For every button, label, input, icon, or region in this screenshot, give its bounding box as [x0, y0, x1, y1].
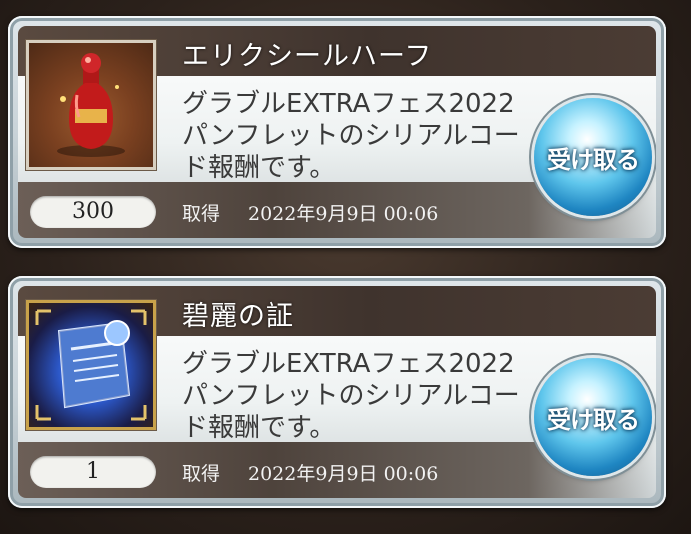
acquired-label: 取得 — [182, 203, 221, 225]
acquired-time: 2022年9月9日 00:06 — [248, 463, 439, 485]
item-description: グラブルEXTRAフェス2022 パンフレットのシリアルコード報酬です。 — [182, 349, 520, 443]
reward-card-inner: エリクシールハーフ グラブルEXTRAフェス2022 パンフレットのシリアルコー… — [18, 26, 656, 238]
item-quantity: 300 — [30, 196, 156, 228]
reward-card: 碧麗の証 グラブルEXTRAフェス2022 パンフレットのシリアルコード報酬です… — [8, 276, 666, 508]
reward-card: エリクシールハーフ グラブルEXTRAフェス2022 パンフレットのシリアルコー… — [8, 16, 666, 248]
item-name: エリクシールハーフ — [182, 41, 433, 72]
reward-card-inner: 碧麗の証 グラブルEXTRAフェス2022 パンフレットのシリアルコード報酬です… — [18, 286, 656, 498]
receive-button[interactable]: 受け取る — [534, 358, 652, 476]
item-quantity: 1 — [30, 456, 156, 488]
receive-button-label: 受け取る — [547, 406, 640, 434]
azure-proof-icon — [26, 300, 156, 430]
item-description: グラブルEXTRAフェス2022 パンフレットのシリアルコード報酬です。 — [182, 89, 520, 183]
receive-button-label: 受け取る — [547, 146, 640, 174]
receive-button[interactable]: 受け取る — [534, 98, 652, 216]
elixir-half-icon — [26, 40, 156, 170]
acquired-time: 2022年9月9日 00:06 — [248, 203, 439, 225]
acquired-label: 取得 — [182, 463, 221, 485]
item-name: 碧麗の証 — [182, 301, 294, 332]
